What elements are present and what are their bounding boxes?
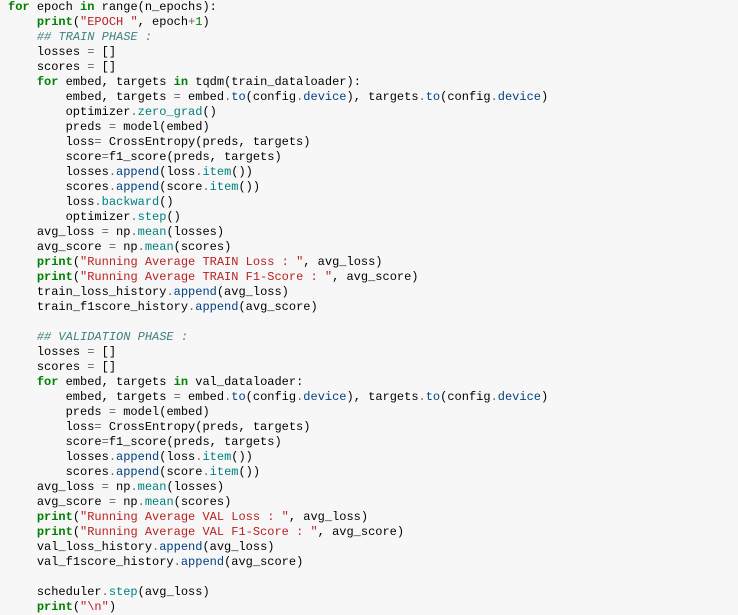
code-line: avg_loss = np.mean(losses) — [8, 480, 730, 495]
code-line: print("EPOCH ", epoch+1) — [8, 15, 730, 30]
code-line: scores = [] — [8, 360, 730, 375]
code-line: optimizer.zero_grad() — [8, 105, 730, 120]
code-line — [8, 570, 730, 585]
code-line: losses.append(loss.item()) — [8, 165, 730, 180]
code-line: losses.append(loss.item()) — [8, 450, 730, 465]
code-line: optimizer.step() — [8, 210, 730, 225]
code-line: scores.append(score.item()) — [8, 465, 730, 480]
code-line: preds = model(embed) — [8, 120, 730, 135]
code-line: embed, targets = embed.to(config.device)… — [8, 90, 730, 105]
code-line: avg_score = np.mean(scores) — [8, 495, 730, 510]
code-line: losses = [] — [8, 345, 730, 360]
code-line: loss.backward() — [8, 195, 730, 210]
code-line: print("Running Average VAL F1-Score : ",… — [8, 525, 730, 540]
code-line: loss= CrossEntropy(preds, targets) — [8, 420, 730, 435]
code-line: print("Running Average VAL Loss : ", avg… — [8, 510, 730, 525]
code-line: ## VALIDATION PHASE : — [8, 330, 730, 345]
code-block: for epoch in range(n_epochs): print("EPO… — [0, 0, 738, 615]
code-line: scores.append(score.item()) — [8, 180, 730, 195]
code-line: avg_score = np.mean(scores) — [8, 240, 730, 255]
code-line: avg_loss = np.mean(losses) — [8, 225, 730, 240]
code-line: embed, targets = embed.to(config.device)… — [8, 390, 730, 405]
code-line: for embed, targets in val_dataloader: — [8, 375, 730, 390]
code-line: print("Running Average TRAIN Loss : ", a… — [8, 255, 730, 270]
code-line: preds = model(embed) — [8, 405, 730, 420]
code-line: train_loss_history.append(avg_loss) — [8, 285, 730, 300]
code-line: scores = [] — [8, 60, 730, 75]
code-line: for epoch in range(n_epochs): — [8, 0, 730, 15]
code-line: scheduler.step(avg_loss) — [8, 585, 730, 600]
code-line — [8, 315, 730, 330]
code-line: ## TRAIN PHASE : — [8, 30, 730, 45]
code-line: val_f1score_history.append(avg_score) — [8, 555, 730, 570]
code-line: train_f1score_history.append(avg_score) — [8, 300, 730, 315]
code-line: print("Running Average TRAIN F1-Score : … — [8, 270, 730, 285]
code-line: score=f1_score(preds, targets) — [8, 435, 730, 450]
code-line: val_loss_history.append(avg_loss) — [8, 540, 730, 555]
code-line: losses = [] — [8, 45, 730, 60]
code-line: loss= CrossEntropy(preds, targets) — [8, 135, 730, 150]
code-line: for embed, targets in tqdm(train_dataloa… — [8, 75, 730, 90]
code-line: score=f1_score(preds, targets) — [8, 150, 730, 165]
